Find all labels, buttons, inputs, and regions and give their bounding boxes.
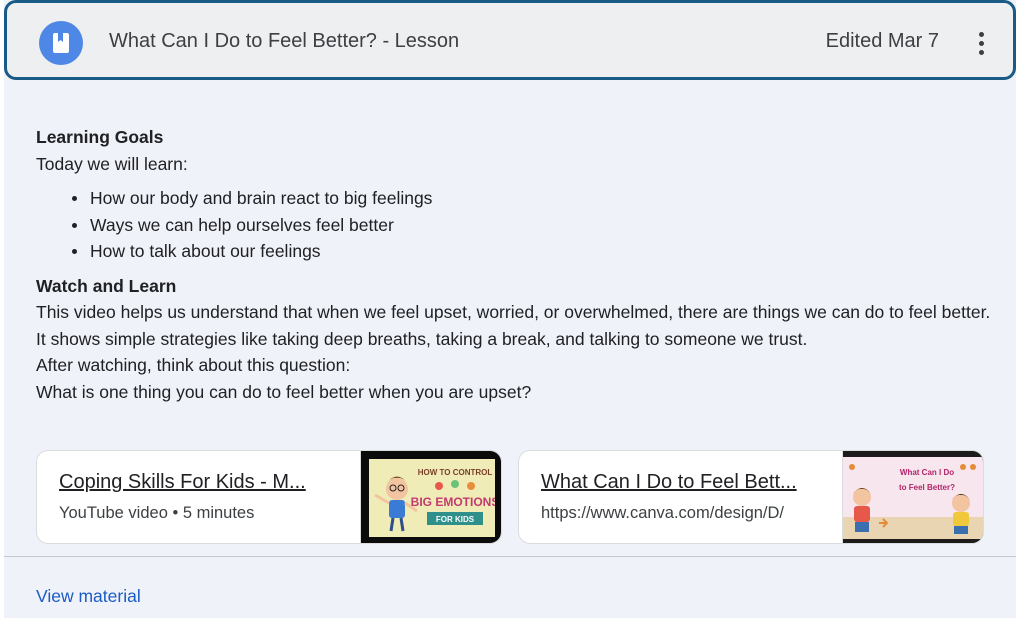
- canva-thumbnail-image: What Can I Do to Feel Better?: [843, 451, 983, 543]
- after-text: After watching, think about this questio…: [36, 355, 351, 375]
- attachment-canva-link[interactable]: What Can I Do to Feel Bett... https://ww…: [518, 450, 984, 544]
- thumb-line-2: to Feel Better?: [899, 483, 955, 492]
- material-card: What Can I Do to Feel Better? - Lesson E…: [4, 0, 1016, 618]
- material-header[interactable]: What Can I Do to Feel Better? - Lesson E…: [4, 0, 1016, 80]
- thumb-line-2: BIG EMOTIONS: [411, 495, 495, 509]
- edited-date: Edited Mar 7: [825, 30, 939, 52]
- watch-heading: Watch and Learn: [36, 275, 177, 296]
- goals-list: How our body and brain react to big feel…: [72, 185, 996, 265]
- video-thumbnail: HOW TO CONTROL BIG EMOTIONS FOR KIDS: [360, 451, 501, 543]
- list-item: How our body and brain react to big feel…: [72, 185, 996, 212]
- view-material-link[interactable]: View material: [36, 586, 141, 607]
- attachment-title[interactable]: What Can I Do to Feel Bett...: [541, 471, 831, 494]
- goals-intro: Today we will learn:: [36, 153, 188, 174]
- watch-text: This video helps us understand that when…: [36, 302, 991, 349]
- thumb-line-1: What Can I Do: [900, 468, 954, 477]
- list-item: Ways we can help ourselves feel better: [72, 212, 996, 239]
- attachment-youtube-video[interactable]: Coping Skills For Kids - M... YouTube vi…: [36, 450, 502, 544]
- list-item: How to talk about our feelings: [72, 238, 996, 265]
- book-bookmark-icon: [53, 33, 69, 53]
- goals-heading: Learning Goals: [36, 127, 164, 147]
- material-title: What Can I Do to Feel Better? - Lesson: [109, 30, 460, 52]
- more-vertical-icon[interactable]: [969, 23, 993, 63]
- thumb-line-3: FOR KIDS: [436, 515, 475, 524]
- emotions-thumbnail-image: HOW TO CONTROL BIG EMOTIONS FOR KIDS: [369, 459, 495, 537]
- link-thumbnail: What Can I Do to Feel Better?: [842, 451, 983, 543]
- attachment-subtitle: https://www.canva.com/design/D/: [541, 504, 785, 522]
- question-text: What is one thing you can do to feel bet…: [36, 381, 532, 402]
- attachment-subtitle: YouTube video • 5 minutes: [59, 504, 255, 522]
- material-avatar: [39, 21, 83, 65]
- card-divider: [4, 556, 1016, 557]
- material-description: Learning Goals Today we will learn: How …: [36, 124, 996, 405]
- thumb-line-1: HOW TO CONTROL: [418, 468, 493, 477]
- attachment-title[interactable]: Coping Skills For Kids - M...: [59, 471, 359, 494]
